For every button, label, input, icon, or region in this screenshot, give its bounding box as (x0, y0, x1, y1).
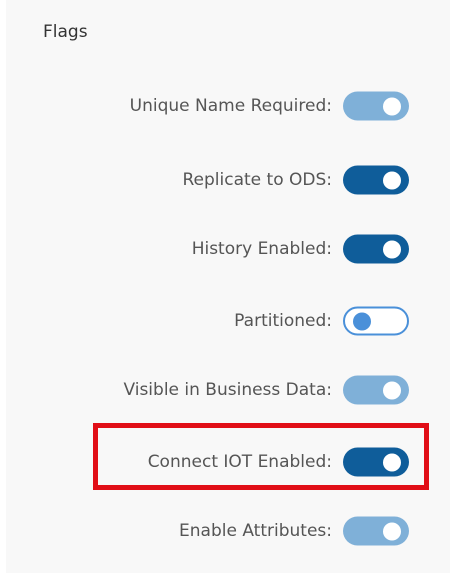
enable-attributes-toggle[interactable] (343, 516, 409, 546)
flag-row-unique-name-required: Unique Name Required: (0, 88, 450, 124)
flag-row-history-enabled: History Enabled: (0, 231, 450, 267)
flag-label: Visible in Business Data: (123, 380, 332, 400)
toggle-knob (383, 240, 401, 258)
toggle-knob (383, 97, 401, 115)
flag-row-replicate-to-ods: Replicate to ODS: (0, 162, 450, 198)
history-enabled-toggle[interactable] (343, 234, 409, 264)
visible-in-business-data-toggle[interactable] (343, 375, 409, 405)
replicate-to-ods-toggle[interactable] (343, 165, 409, 195)
toggle-knob (383, 171, 401, 189)
partitioned-toggle[interactable] (343, 306, 409, 336)
toggle-knob (383, 381, 401, 399)
flag-row-enable-attributes: Enable Attributes: (0, 513, 450, 549)
flag-row-partitioned: Partitioned: (0, 303, 450, 339)
flag-label: Unique Name Required: (129, 96, 332, 116)
flag-row-visible-in-business-data: Visible in Business Data: (0, 372, 450, 408)
flag-label: Replicate to ODS: (182, 170, 333, 190)
flag-label: History Enabled: (191, 239, 332, 259)
toggle-knob (383, 522, 401, 540)
toggle-knob (353, 312, 371, 330)
flag-label: Partitioned: (234, 311, 332, 331)
section-title: Flags (43, 22, 88, 42)
unique-name-required-toggle[interactable] (343, 91, 409, 121)
highlight-box (93, 423, 429, 490)
flag-label: Enable Attributes: (179, 521, 332, 541)
